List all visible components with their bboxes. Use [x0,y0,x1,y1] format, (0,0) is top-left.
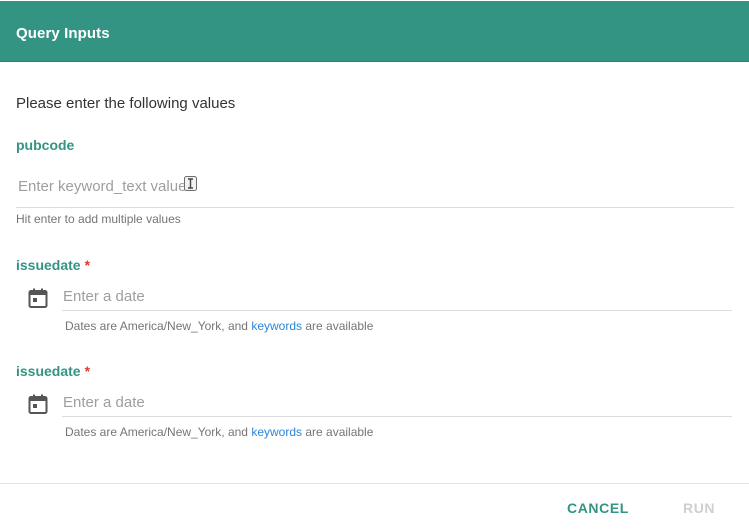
query-inputs-dialog: Query Inputs Please enter the following … [0,0,749,530]
issuedate-input[interactable] [63,391,723,413]
required-marker: * [84,257,91,273]
issuedate-label: issuedate * [16,363,90,379]
issuedate-label-text: issuedate [16,363,81,379]
pubcode-field[interactable] [16,168,734,208]
intro-text: Please enter the following values [16,95,236,112]
help-text-suffix: are available [302,319,374,333]
help-text: Dates are America/New_York, and [65,425,252,439]
issuedate-help: Dates are America/New_York, and keywords… [65,319,373,333]
pubcode-hint: Hit enter to add multiple values [16,212,181,226]
dialog-title: Query Inputs [16,25,110,42]
pubcode-label: pubcode [16,137,74,153]
issuedate-field[interactable] [62,387,732,417]
required-marker: * [84,363,91,379]
issuedate-label: issuedate * [16,257,90,273]
cancel-button[interactable]: CANCEL [567,496,629,520]
keywords-link[interactable]: keywords [251,425,302,439]
run-button[interactable]: RUN [683,496,715,520]
issuedate-input[interactable] [63,285,723,307]
issuedate-field[interactable] [62,281,732,311]
help-text: Dates are America/New_York, and [65,319,252,333]
keywords-link[interactable]: keywords [251,319,302,333]
issuedate-label-text: issuedate [16,257,81,273]
footer-divider [0,483,749,484]
calendar-icon[interactable] [28,394,48,414]
issuedate-help: Dates are America/New_York, and keywords… [65,425,373,439]
calendar-icon[interactable] [28,288,48,308]
help-text-suffix: are available [302,425,374,439]
pubcode-input[interactable] [18,173,718,199]
dialog-header: Query Inputs [0,1,749,62]
text-cursor-icon [184,176,197,191]
pubcode-label-text: pubcode [16,137,75,153]
